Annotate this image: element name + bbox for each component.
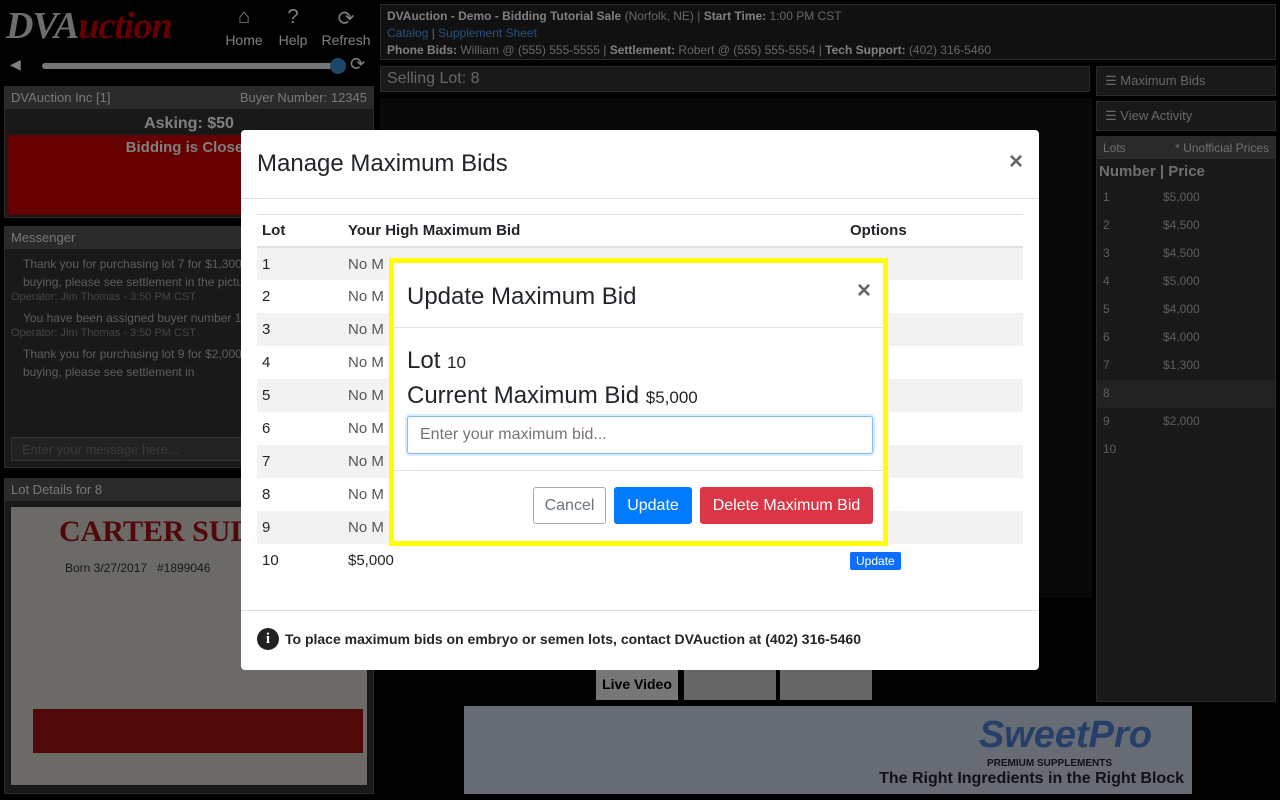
info-icon: i bbox=[257, 628, 279, 650]
max-bids-footer-note: i To place maximum bids on embryo or sem… bbox=[257, 628, 861, 650]
lot-number: Lot 10 bbox=[407, 347, 466, 374]
divider bbox=[394, 327, 883, 328]
divider bbox=[394, 470, 883, 471]
divider bbox=[241, 198, 1039, 199]
table-row: 10 $5,000 Update bbox=[257, 544, 1023, 577]
cancel-button[interactable]: Cancel bbox=[533, 487, 606, 524]
close-icon[interactable]: × bbox=[857, 277, 871, 305]
divider bbox=[241, 610, 1039, 611]
update-row-button[interactable]: Update bbox=[850, 551, 901, 570]
manage-max-bids-title: Manage Maximum Bids bbox=[257, 150, 508, 177]
high-bid-column-header: Your High Maximum Bid bbox=[343, 214, 845, 248]
current-max-bid: Current Maximum Bid $5,000 bbox=[407, 382, 698, 409]
update-max-bid-modal: Update Maximum Bid × Lot 10 Current Maxi… bbox=[394, 263, 883, 541]
table-header-row: Lot Your High Maximum Bid Options bbox=[257, 214, 1023, 248]
update-button[interactable]: Update bbox=[614, 487, 692, 524]
close-icon[interactable]: × bbox=[1009, 148, 1023, 176]
delete-max-bid-button[interactable]: Delete Maximum Bid bbox=[700, 487, 873, 524]
lot-column-header: Lot bbox=[257, 214, 343, 248]
update-max-bid-title: Update Maximum Bid bbox=[407, 283, 637, 310]
dvauction-app: DVAuction ⌂ Home ? Help ⟳ Refresh ◀ ⟳ DV… bbox=[0, 0, 1280, 800]
max-bid-input[interactable] bbox=[407, 416, 873, 454]
options-column-header: Options bbox=[845, 214, 1023, 248]
